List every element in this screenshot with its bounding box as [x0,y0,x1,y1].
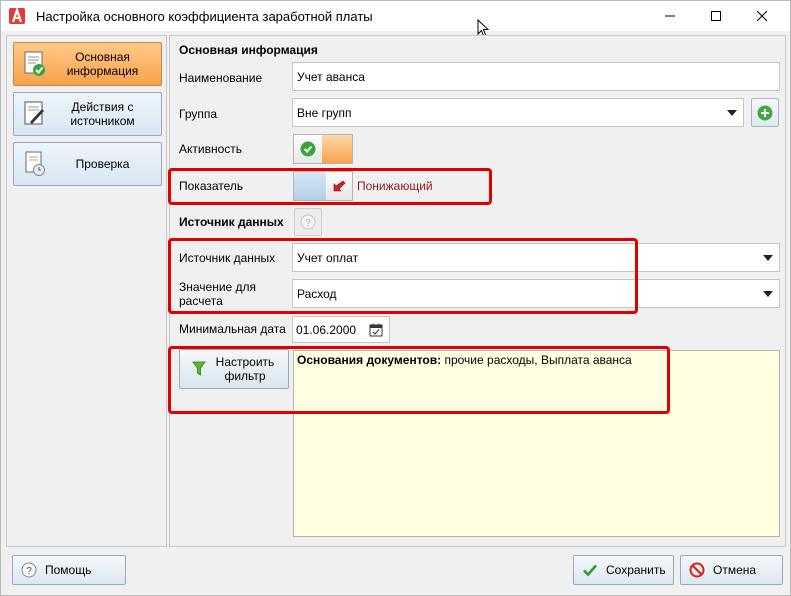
checkmark-icon [582,562,598,578]
indicator-label: Показатель [179,179,244,193]
indicator-value: Понижающий [357,179,433,193]
toggle-on-indicator [322,135,352,163]
svg-text:?: ? [305,218,311,229]
dialog-window: Настройка основного коэффициента заработ… [0,0,791,596]
filter-icon [192,361,206,376]
filter-description: Основания документов: прочие расходы, Вы… [293,350,780,537]
filter-bold-text: Основания документов: [297,353,442,367]
sidebar-item-check[interactable]: Проверка [13,142,162,186]
minimize-icon [665,15,675,17]
main-panel: Основная информация Наименование Учет ав… [169,35,786,547]
document-clock-icon [20,149,50,179]
close-button[interactable] [739,1,785,31]
save-button[interactable]: Сохранить [573,555,674,585]
minimize-button[interactable] [647,1,693,31]
chevron-down-icon [763,255,773,261]
sidebar-item-basic-info[interactable]: Основная информация [13,42,162,86]
filter-text: прочие расходы, Выплата аванса [441,353,632,367]
document-edit-icon [20,99,50,129]
question-icon: ? [300,214,316,230]
help-label: Помощь [45,563,92,577]
calc-select[interactable]: Расход [292,279,780,308]
group-value: Вне групп [297,105,352,120]
save-label: Сохранить [606,563,666,577]
maximize-icon [711,11,721,21]
source-label: Источник данных [179,251,276,265]
cancel-icon [689,562,705,578]
chevron-down-icon [763,291,773,297]
name-value: Учет аванса [297,69,365,84]
help-button[interactable]: ? Помощь [12,555,126,585]
source-select[interactable]: Учет оплат [292,243,780,272]
active-label: Активность [179,142,243,156]
name-label: Наименование [179,71,263,85]
indicator-toggle[interactable] [293,171,353,201]
source-value: Учет оплат [297,250,359,265]
setup-filter-button[interactable]: Настроить фильтр [179,349,289,389]
name-input[interactable]: Учет аванса [292,62,780,91]
group-label: Группа [179,107,218,121]
close-icon [756,10,768,22]
sidebar-item-label: Основная информация [66,50,139,78]
cancel-label: Отмена [713,563,757,577]
calc-value: Расход [297,286,337,301]
arrow-down-left-icon [326,172,352,200]
sidebar-item-label: Проверка [75,157,130,171]
sidebar-item-source-actions[interactable]: Действия с источником [13,92,162,136]
group-select[interactable]: Вне групп [292,98,744,127]
min-date-value: 01.06.2000 [296,322,357,337]
plus-icon [757,105,773,120]
section-title-source: Источник данных [179,215,284,229]
calendar-icon[interactable] [369,323,383,337]
sidebar: Основная информация Действия с источнико… [6,35,167,547]
setup-filter-label: Настроить фильтр [215,355,275,383]
maximize-button[interactable] [693,1,739,31]
source-help-button[interactable]: ? [294,208,322,236]
min-date-input[interactable]: 01.06.2000 [292,316,390,343]
sidebar-item-label: Действия с источником [70,100,135,128]
app-logo-icon [9,8,25,24]
cancel-button[interactable]: Отмена [680,555,783,585]
question-icon: ? [21,562,37,578]
window-title: Настройка основного коэффициента заработ… [36,8,373,24]
min-date-label: Минимальная дата [179,322,286,336]
toggle-off-indicator [294,172,326,200]
document-check-icon [20,49,50,79]
check-icon [294,135,322,163]
active-toggle[interactable] [293,134,353,164]
add-group-button[interactable] [751,98,779,127]
chevron-down-icon [727,110,737,116]
calc-label: Значение для расчета [179,280,257,308]
title-bar: Настройка основного коэффициента заработ… [1,1,790,31]
section-title-basic: Основная информация [179,43,318,57]
svg-text:?: ? [26,566,32,577]
